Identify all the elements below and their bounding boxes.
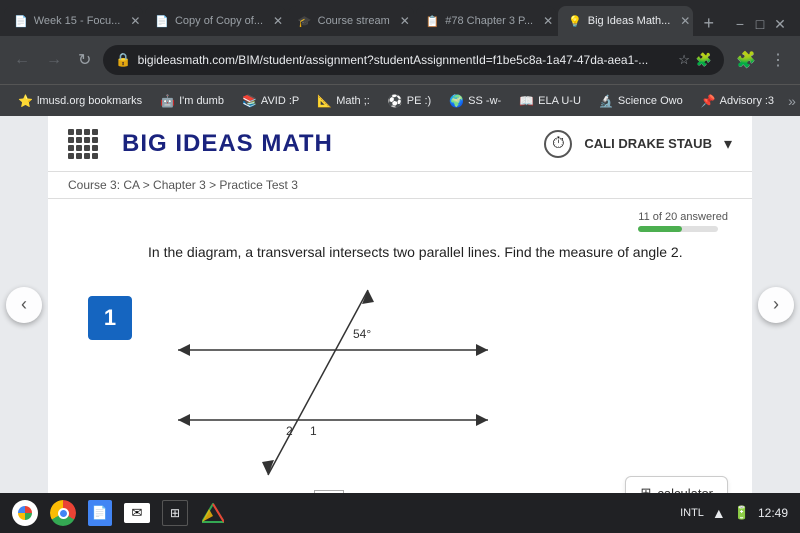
- bookmark-icon: 📚: [242, 94, 257, 108]
- extensions-button[interactable]: 🧩: [732, 46, 760, 74]
- tab-icon: 🎓: [298, 15, 312, 28]
- bookmark-science[interactable]: 🔬 Science Owo: [591, 92, 691, 110]
- bookmark-ss[interactable]: 🌍 SS -w-: [441, 92, 509, 110]
- bookmark-icon: 📐: [317, 94, 332, 108]
- taskbar-left: 📄 ✉ ⊞: [12, 500, 226, 526]
- tab-icon: 📋: [426, 15, 440, 28]
- bookmarks-more-button[interactable]: »: [784, 93, 800, 109]
- forward-button[interactable]: →: [42, 47, 66, 73]
- bim-header-right: ⏱ CALI DRAKE STAUB ▾: [544, 130, 732, 158]
- tab-chapter3[interactable]: 📋 #78 Chapter 3 P... ✕: [416, 6, 556, 36]
- diagram-container: 54° 2 1: [148, 280, 508, 480]
- question-text: In the diagram, a transversal intersects…: [148, 244, 712, 260]
- chrome-taskbar-icon[interactable]: [50, 500, 76, 526]
- bookmark-icon: 📖: [519, 94, 534, 108]
- minimize-button[interactable]: −: [732, 16, 748, 32]
- bookmark-imdumb[interactable]: 🤖 I'm dumb: [152, 92, 232, 110]
- tab-bar: 📄 Week 15 - Focu... ✕ 📄 Copy of Copy of.…: [0, 0, 800, 36]
- user-dropdown-icon[interactable]: ▾: [724, 134, 732, 154]
- user-name[interactable]: CALI DRAKE STAUB: [584, 136, 712, 151]
- bookmark-icon: 🌍: [449, 94, 464, 108]
- tab-icon: 📄: [155, 15, 169, 28]
- taskbar-right: INTL ▲ 🔋 12:49: [680, 505, 788, 521]
- new-tab-button[interactable]: +: [695, 13, 722, 34]
- prev-question-area: ‹: [0, 116, 48, 493]
- calculator-button[interactable]: ⊞ calculator: [625, 476, 728, 493]
- next-question-button[interactable]: ›: [758, 287, 794, 323]
- refresh-button[interactable]: ↻: [74, 46, 95, 74]
- progress-bar-container: [638, 226, 718, 232]
- star-icon[interactable]: ☆: [678, 52, 690, 68]
- tab-icon: 💡: [568, 15, 582, 28]
- bookmark-pe[interactable]: ⚽ PE :): [380, 92, 439, 110]
- svg-text:2: 2: [286, 424, 293, 438]
- bookmark-ela[interactable]: 📖 ELA U-U: [511, 92, 589, 110]
- angle2-answer-input[interactable]: [314, 490, 344, 493]
- close-button[interactable]: ✕: [772, 16, 788, 32]
- timer-icon: ⏱: [544, 130, 572, 158]
- bookmark-icon: ⭐: [18, 94, 33, 108]
- calculator-icon: ⊞: [640, 485, 651, 493]
- bookmark-icon: 🔬: [599, 94, 614, 108]
- drive-taskbar-icon[interactable]: [200, 500, 226, 526]
- tab-coursestream[interactable]: 🎓 Course stream ✕: [288, 6, 414, 36]
- address-bar: ← → ↻ 🔒 bigideasmath.com/BIM/student/ass…: [0, 36, 800, 84]
- svg-text:54°: 54°: [353, 327, 371, 341]
- launcher-button[interactable]: [12, 500, 38, 526]
- tab-close[interactable]: ✕: [130, 14, 140, 28]
- page-content: ‹ BIG IDEAS MATH ⏱ CALI DRAKE STAUB ▾: [0, 116, 800, 493]
- bookmark-lmusd[interactable]: ⭐ lmusd.org bookmarks: [10, 92, 150, 110]
- wifi-icon: ▲: [712, 505, 726, 521]
- maximize-button[interactable]: □: [752, 16, 768, 32]
- time-display: 12:49: [758, 506, 788, 520]
- tab-week15[interactable]: 📄 Week 15 - Focu... ✕: [4, 6, 143, 36]
- bim-logo: BIG IDEAS MATH: [122, 130, 333, 158]
- prev-question-button[interactable]: ‹: [6, 287, 42, 323]
- tab-copy[interactable]: 📄 Copy of Copy of... ✕: [145, 6, 286, 36]
- breadcrumb: Course 3: CA > Chapter 3 > Practice Test…: [48, 172, 752, 199]
- bim-header: BIG IDEAS MATH ⏱ CALI DRAKE STAUB ▾: [48, 116, 752, 172]
- tab-close[interactable]: ✕: [680, 14, 690, 28]
- more-button[interactable]: ⋮: [766, 46, 790, 74]
- intl-label: INTL: [680, 507, 704, 519]
- question-container: 1 In the diagram, a transversal intersec…: [48, 236, 752, 493]
- bookmark-advisory[interactable]: 📌 Advisory :3: [693, 92, 782, 110]
- progress-area: 11 of 20 answered: [48, 199, 752, 236]
- taskbar: 📄 ✉ ⊞ INTL ▲ 🔋 12:49: [0, 493, 800, 533]
- grid-icon: [68, 129, 98, 159]
- answer-suffix: °.: [348, 491, 358, 493]
- bookmark-icon: ⚽: [388, 94, 403, 108]
- url-text: bigideasmath.com/BIM/student/assignment?…: [138, 53, 673, 67]
- lock-icon: 🔒: [115, 52, 131, 68]
- bookmark-avid[interactable]: 📚 AVID :P: [234, 92, 307, 110]
- answer-prefix: The measure of angle 2 is: [148, 491, 310, 493]
- bookmark-icon: 📌: [701, 94, 716, 108]
- progress-label: 11 of 20 answered: [638, 211, 728, 223]
- url-bar[interactable]: 🔒 bigideasmath.com/BIM/student/assignmen…: [103, 45, 724, 75]
- window-controls: − □ ✕: [724, 16, 796, 32]
- back-button[interactable]: ←: [10, 47, 34, 73]
- progress-bar-fill: [638, 226, 682, 232]
- battery-icon: 🔋: [734, 505, 750, 521]
- question-area: 11 of 20 answered 1 In the diagram, a tr…: [48, 199, 752, 493]
- tab-bigideasmath[interactable]: 💡 Big Ideas Math... ✕: [558, 6, 693, 36]
- main-area: BIG IDEAS MATH ⏱ CALI DRAKE STAUB ▾ Cour…: [48, 116, 752, 493]
- question-number-badge: 1: [88, 296, 132, 340]
- tab-close[interactable]: ✕: [543, 14, 553, 28]
- tab-close[interactable]: ✕: [273, 14, 283, 28]
- bookmark-icon: 🤖: [160, 94, 175, 108]
- bookmark-math[interactable]: 📐 Math ;:: [309, 92, 378, 110]
- geometry-diagram: 54° 2 1: [148, 280, 508, 480]
- tab-close[interactable]: ✕: [400, 14, 410, 28]
- next-question-area: ›: [752, 116, 800, 493]
- calculator-taskbar-icon[interactable]: ⊞: [162, 500, 188, 526]
- docs-taskbar-icon[interactable]: 📄: [88, 500, 112, 526]
- tab-icon: 📄: [14, 15, 28, 28]
- svg-text:1: 1: [310, 424, 317, 438]
- bookmarks-bar: ⭐ lmusd.org bookmarks 🤖 I'm dumb 📚 AVID …: [0, 84, 800, 116]
- gmail-taskbar-icon[interactable]: ✉: [124, 503, 150, 523]
- extension-icon[interactable]: 🧩: [696, 52, 712, 68]
